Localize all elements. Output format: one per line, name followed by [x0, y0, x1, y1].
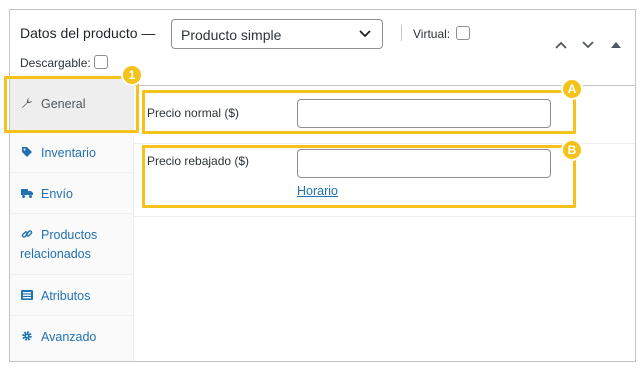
tab-shipping[interactable]: Envío	[10, 173, 134, 214]
panel-title: Datos del producto —	[20, 25, 156, 41]
tab-advanced[interactable]: Avanzado	[10, 316, 134, 357]
field-divider	[134, 143, 635, 144]
annotation-badge-a: A	[561, 78, 583, 100]
header-divider	[401, 25, 402, 41]
collapse-toggle-icon[interactable]	[610, 40, 622, 50]
tab-attributes-label: Atributos	[41, 289, 91, 303]
tab-advanced-label: Avanzado	[41, 330, 97, 344]
field-divider	[134, 216, 635, 217]
product-data-header: Datos del producto — Producto simple Vir…	[10, 10, 635, 86]
tab-inventory-label: Inventario	[41, 146, 96, 160]
tab-linked-products[interactable]: Productos relacionados	[10, 214, 134, 275]
virtual-label: Virtual:	[413, 27, 451, 41]
highlight-box-b	[142, 145, 576, 208]
downloadable-checkbox[interactable]	[94, 55, 108, 69]
product-type-value: Producto simple	[181, 27, 282, 43]
highlight-box-a	[142, 90, 576, 134]
highlight-box-1	[4, 76, 139, 133]
tag-icon	[22, 147, 32, 157]
tab-linked-products-label: Productos relacionados	[20, 228, 98, 261]
move-down-icon[interactable]	[581, 40, 595, 50]
annotation-badge-b: B	[561, 139, 583, 161]
downloadable-label: Descargable:	[20, 56, 91, 70]
virtual-checkbox[interactable]	[456, 26, 470, 40]
chevron-down-icon	[359, 30, 371, 38]
list-icon	[21, 290, 33, 300]
move-up-icon[interactable]	[554, 40, 568, 50]
truck-icon	[21, 189, 33, 198]
tab-attributes[interactable]: Atributos	[10, 275, 134, 316]
gear-icon	[22, 331, 32, 341]
product-type-select[interactable]: Producto simple	[171, 19, 383, 49]
tab-inventory[interactable]: Inventario	[10, 132, 134, 173]
annotation-badge-1: 1	[121, 64, 143, 86]
tab-shipping-label: Envío	[41, 187, 73, 201]
